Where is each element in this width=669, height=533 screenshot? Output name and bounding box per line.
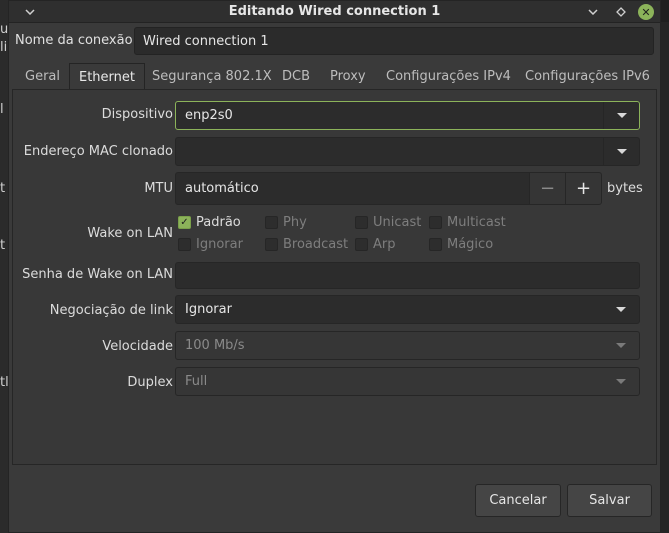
link-negotiation-label: Negociação de link [49, 303, 173, 318]
wol-label: Wake on LAN [87, 226, 173, 241]
speed-combo: 100 Mb/s [175, 331, 640, 360]
titlebar: Editando Wired connection 1 ✕ [9, 1, 660, 23]
wol-padrao-checkbox[interactable]: ✓ Padrão [178, 215, 241, 230]
chevron-down-icon[interactable] [603, 102, 639, 129]
check-icon: ✓ [178, 216, 191, 229]
connection-editor-dialog: Editando Wired connection 1 ✕ Nome da co… [8, 0, 661, 533]
background-text: l [0, 102, 4, 117]
duplex-label: Duplex [127, 375, 173, 390]
checkbox-label: Ignorar [196, 237, 243, 252]
checkbox-label: Unicast [373, 215, 422, 230]
chevron-down-icon[interactable] [603, 296, 639, 323]
cloned-mac-combo[interactable] [175, 137, 640, 166]
checkbox-label: Padrão [196, 215, 241, 230]
checkbox-box [429, 238, 442, 251]
checkbox-label: Broadcast [283, 237, 349, 252]
cancel-button[interactable]: Cancelar [475, 484, 561, 517]
connection-name-input[interactable]: Wired connection 1 [134, 27, 654, 55]
chevron-down-icon [603, 368, 639, 395]
maximize-icon[interactable] [608, 1, 634, 23]
mtu-label: MTU [144, 181, 173, 196]
checkbox-box [355, 238, 368, 251]
mtu-decrement-button[interactable]: − [529, 172, 566, 205]
tab-security[interactable]: Segurança 802.1X [152, 63, 272, 89]
mtu-unit: bytes [607, 181, 643, 196]
tab-ipv6[interactable]: Configurações IPv6 [525, 63, 650, 89]
checkbox-label: Arp [373, 237, 396, 252]
tab-geral[interactable]: Geral [25, 63, 60, 89]
wol-unicast-checkbox[interactable]: Unicast [355, 215, 421, 230]
speed-label: Velocidade [102, 339, 173, 354]
checkbox-box [265, 238, 278, 251]
wol-phy-checkbox[interactable]: Phy [265, 215, 307, 230]
mac-label: Endereço MAC clonado [23, 144, 173, 159]
tab-dcb[interactable]: DCB [282, 63, 310, 89]
save-button[interactable]: Salvar [567, 484, 652, 517]
device-label: Dispositivo [101, 107, 173, 122]
window-title: Editando Wired connection 1 [228, 4, 441, 19]
tab-bar: Geral Ethernet Segurança 802.1X DCB Prox… [9, 63, 660, 89]
checkbox-label: Mágico [447, 237, 494, 252]
checkbox-box [355, 216, 368, 229]
tab-proxy[interactable]: Proxy [330, 63, 366, 89]
background-text: li [0, 40, 8, 55]
wol-password-input[interactable] [175, 262, 640, 289]
mtu-increment-button[interactable]: + [565, 172, 602, 205]
duplex-value: Full [185, 374, 208, 389]
speed-value: 100 Mb/s [185, 338, 245, 353]
checkbox-box [178, 238, 191, 251]
mtu-input[interactable]: automático [175, 172, 530, 205]
device-combo[interactable]: enp2s0 [175, 101, 640, 130]
wol-broadcast-checkbox[interactable]: Broadcast [265, 237, 348, 252]
tab-ipv4[interactable]: Configurações IPv4 [386, 63, 511, 89]
background-text: u [0, 22, 9, 37]
chevron-down-icon [603, 332, 639, 359]
wol-arp-checkbox[interactable]: Arp [355, 237, 396, 252]
mtu-value: automático [185, 181, 259, 196]
close-icon: ✕ [638, 4, 654, 20]
link-negotiation-combo[interactable]: Ignorar [175, 295, 640, 324]
minimize-icon[interactable] [580, 1, 606, 23]
close-button[interactable]: ✕ [633, 1, 659, 23]
link-negotiation-value: Ignorar [185, 302, 232, 317]
wol-ignorar-checkbox[interactable]: Ignorar [178, 237, 243, 252]
connection-name-label: Nome da conexão [15, 33, 133, 48]
wol-multicast-checkbox[interactable]: Multicast [429, 215, 506, 230]
device-value: enp2s0 [185, 108, 233, 123]
duplex-combo: Full [175, 367, 640, 396]
background-text: t [0, 238, 6, 253]
checkbox-label: Phy [283, 215, 307, 230]
checkbox-box [265, 216, 278, 229]
checkbox-box [429, 216, 442, 229]
tab-ethernet[interactable]: Ethernet [69, 63, 145, 89]
checkbox-label: Multicast [447, 215, 506, 230]
wol-password-label: Senha de Wake on LAN [22, 267, 173, 282]
background-text: t [0, 181, 6, 196]
chevron-down-icon[interactable] [603, 138, 639, 165]
wol-magico-checkbox[interactable]: Mágico [429, 237, 493, 252]
